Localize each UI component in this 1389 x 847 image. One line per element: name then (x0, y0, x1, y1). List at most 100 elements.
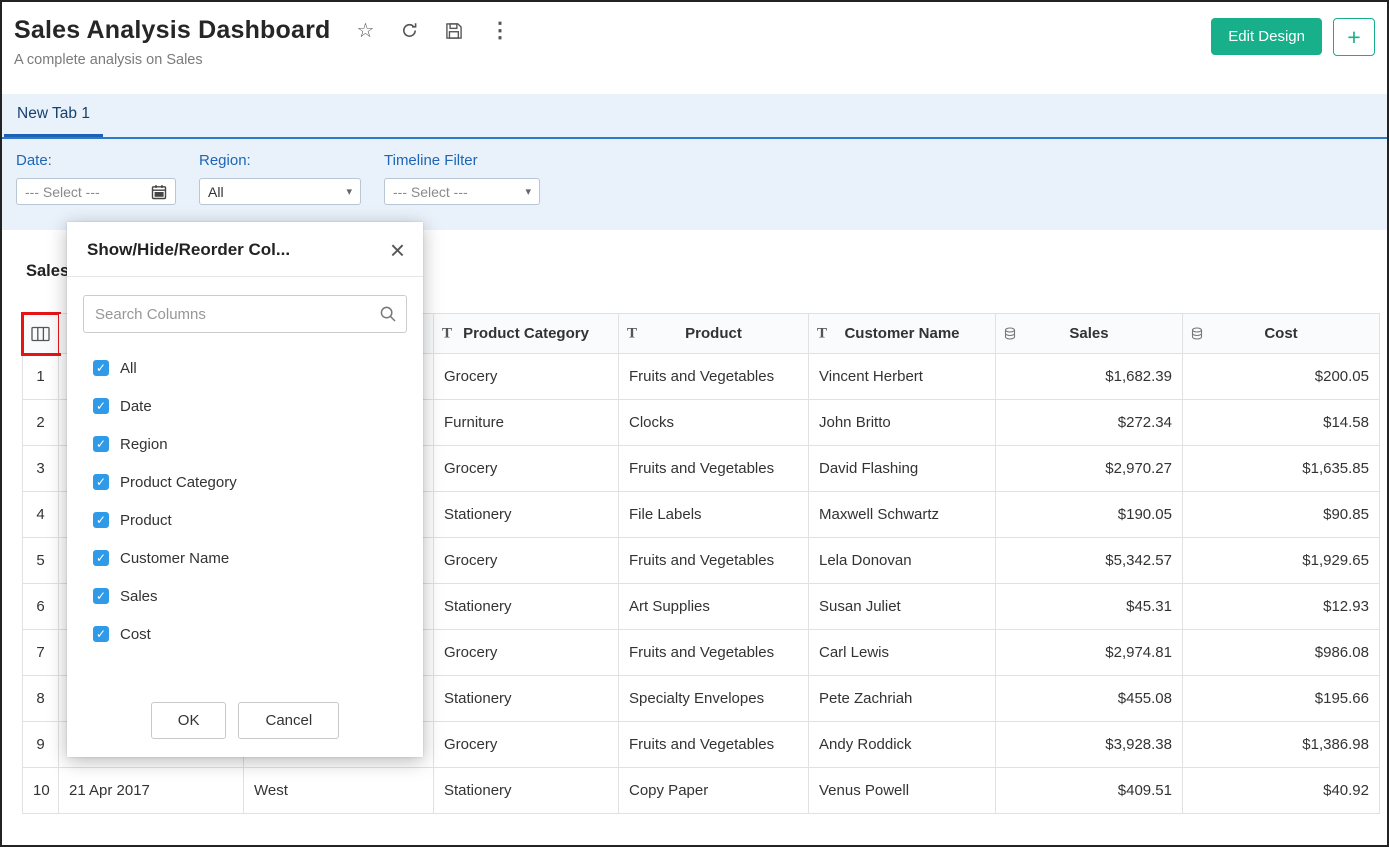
cell-num: 10 (23, 768, 59, 814)
column-checkbox-item-customer-name[interactable]: ✓Customer Name (93, 539, 407, 577)
search-columns-input[interactable] (83, 295, 407, 333)
column-checkbox-label: Product (120, 512, 172, 529)
header-actions: Edit Design + (1211, 16, 1375, 94)
cell-cost: $1,929.65 (1183, 538, 1380, 584)
cell-sales: $45.31 (996, 584, 1183, 630)
add-button[interactable]: + (1333, 18, 1375, 56)
timeline-filter-select[interactable]: --- Select --- ▾ (384, 178, 540, 205)
column-checkbox-item-product[interactable]: ✓ Product (93, 501, 407, 539)
column-header-product-category[interactable]: TProduct Category (434, 314, 619, 354)
column-chooser-button[interactable] (23, 314, 59, 354)
edit-design-button[interactable]: Edit Design (1211, 18, 1322, 55)
column-checkbox-item-all[interactable]: ✓ All (93, 349, 407, 387)
checkbox-checked-icon[interactable]: ✓ (93, 550, 109, 566)
dialog-title: Show/Hide/Reorder Col... (87, 240, 290, 260)
column-checkbox-item-cost[interactable]: ✓ Cost (93, 615, 407, 653)
cell-cat: Furniture (434, 400, 619, 446)
column-checkbox-item-region[interactable]: ✓Region (93, 425, 407, 463)
favorite-star-icon[interactable]: ☆ (357, 21, 375, 41)
more-options-icon[interactable]: ⋮ (489, 20, 510, 41)
cell-cost: $14.58 (1183, 400, 1380, 446)
caret-down-icon: ▾ (525, 185, 531, 198)
cell-cust: Vincent Herbert (809, 354, 996, 400)
cell-num: 6 (23, 584, 59, 630)
search-icon (379, 305, 397, 328)
column-checkbox-item-sales[interactable]: ✓Sales (93, 577, 407, 615)
column-header-cost[interactable]: Cost (1183, 314, 1380, 354)
cell-prod: Fruits and Vegetables (619, 630, 809, 676)
cell-cust: Maxwell Schwartz (809, 492, 996, 538)
cell-cat: Grocery (434, 722, 619, 768)
cell-sales: $3,928.38 (996, 722, 1183, 768)
date-filter-value: --- Select --- (25, 184, 151, 200)
column-header-customer-name[interactable]: TCustomer Name (809, 314, 996, 354)
cell-sales: $455.08 (996, 676, 1183, 722)
cell-num: 9 (23, 722, 59, 768)
column-checkbox-label: All (120, 360, 137, 377)
cell-cost: $90.85 (1183, 492, 1380, 538)
number-type-icon (1191, 326, 1203, 341)
cell-prod: Fruits and Vegetables (619, 722, 809, 768)
column-header-label: Cost (1264, 325, 1297, 342)
checkbox-checked-icon[interactable]: ✓ (93, 512, 109, 528)
timeline-filter-label: Timeline Filter (384, 152, 540, 169)
column-checkbox-list: ✓All✓Date✓Region✓Product Category✓Produc… (93, 349, 407, 653)
cell-prod: File Labels (619, 492, 809, 538)
column-checkbox-item-date[interactable]: ✓ Date (93, 387, 407, 425)
column-checkbox-label: Cost (120, 626, 151, 643)
cell-region: West (244, 768, 434, 814)
cell-prod: Fruits and Vegetables (619, 354, 809, 400)
title-block: Sales Analysis Dashboard ☆ ⋮ (14, 16, 510, 94)
column-header-product[interactable]: TProduct (619, 314, 809, 354)
cell-cust: Venus Powell (809, 768, 996, 814)
calendar-icon[interactable] (151, 184, 167, 200)
cell-cust: David Flashing (809, 446, 996, 492)
ok-button[interactable]: OK (151, 702, 227, 739)
checkbox-checked-icon[interactable]: ✓ (93, 360, 109, 376)
cell-prod: Clocks (619, 400, 809, 446)
cell-cat: Grocery (434, 354, 619, 400)
cell-cat: Stationery (434, 676, 619, 722)
tab-bar: New Tab 1 (2, 94, 1387, 139)
cancel-button[interactable]: Cancel (238, 702, 339, 739)
cell-cust: Lela Donovan (809, 538, 996, 584)
cell-cat: Stationery (434, 584, 619, 630)
checkbox-checked-icon[interactable]: ✓ (93, 474, 109, 490)
checkbox-checked-icon[interactable]: ✓ (93, 436, 109, 452)
cell-num: 1 (23, 354, 59, 400)
refresh-icon[interactable] (400, 21, 419, 40)
column-header-label: Product Category (463, 325, 589, 342)
cell-cost: $986.08 (1183, 630, 1380, 676)
column-header-sales[interactable]: Sales (996, 314, 1183, 354)
cell-prod: Fruits and Vegetables (619, 538, 809, 584)
column-checkbox-label: Date (120, 398, 152, 415)
cell-prod: Copy Paper (619, 768, 809, 814)
column-header-label: Sales (1069, 325, 1108, 342)
cell-cust: Carl Lewis (809, 630, 996, 676)
checkbox-checked-icon[interactable]: ✓ (93, 626, 109, 642)
cell-prod: Specialty Envelopes (619, 676, 809, 722)
checkbox-checked-icon[interactable]: ✓ (93, 588, 109, 604)
cell-cat: Grocery (434, 446, 619, 492)
cell-cost: $1,635.85 (1183, 446, 1380, 492)
cell-num: 3 (23, 446, 59, 492)
tab-new-tab-1[interactable]: New Tab 1 (4, 94, 103, 137)
close-icon[interactable]: × (390, 237, 405, 263)
dialog-header: Show/Hide/Reorder Col... × (67, 222, 423, 277)
date-filter-group: Date: --- Select --- (16, 152, 176, 230)
save-icon[interactable] (445, 22, 463, 40)
column-header-label: Customer Name (844, 325, 959, 342)
app-header: Sales Analysis Dashboard ☆ ⋮ (2, 2, 1387, 94)
cell-cost: $195.66 (1183, 676, 1380, 722)
cell-prod: Fruits and Vegetables (619, 446, 809, 492)
date-filter-select[interactable]: --- Select --- (16, 178, 176, 205)
show-hide-columns-dialog: Show/Hide/Reorder Col... × ✓ All ✓ Date ✓Reg… (67, 222, 423, 757)
region-filter-select[interactable]: All ▾ (199, 178, 361, 205)
app-window: Sales Analysis Dashboard ☆ ⋮ (0, 0, 1389, 847)
cell-sales: $2,974.81 (996, 630, 1183, 676)
cell-sales: $190.05 (996, 492, 1183, 538)
column-checkbox-item-product-category[interactable]: ✓Product Category (93, 463, 407, 501)
region-filter-group: Region: All ▾ (199, 152, 361, 230)
checkbox-checked-icon[interactable]: ✓ (93, 398, 109, 414)
column-chooser-icon[interactable] (31, 326, 50, 342)
